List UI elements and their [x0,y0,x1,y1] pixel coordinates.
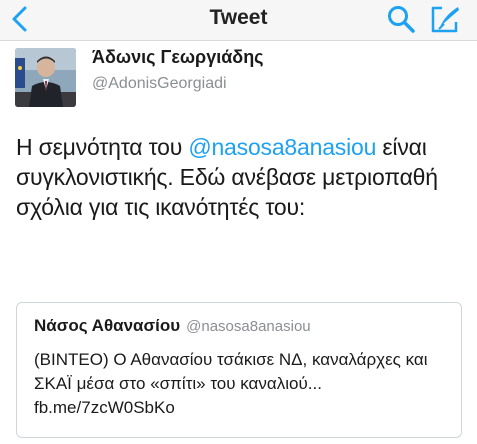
navigation-bar: Tweet [0,0,477,41]
quoted-tweet-text: (ΒΙΝΤΕΟ) Ο Αθανασίου τσάκισε ΝΔ, καναλάρ… [34,350,428,417]
mention-link[interactable]: @nasosa8anasiou [188,134,376,160]
tweet-text-before: Η σεμνότητα του [16,134,189,160]
search-icon[interactable] [386,4,416,34]
quoted-tweet-card[interactable]: Νάσος Αθανασίου @nasosa8anasiou (ΒΙΝΤΕΟ) … [16,302,462,438]
quoted-tweet-header: Νάσος Αθανασίου @nasosa8anasiou [34,316,311,336]
quoted-author-name: Νάσος Αθανασίου [34,316,181,335]
avatar[interactable] [15,48,76,107]
author-handle[interactable]: @AdonisGeorgiadi [92,75,227,93]
tweet-text: Η σεμνότητα του @nasosa8anasiou είναι συ… [16,132,471,222]
quoted-author-handle: @nasosa8anasiou [186,318,311,335]
avatar-photo-icon [15,48,76,107]
author-name[interactable]: Άδωνις Γεωργιάδης [92,47,264,68]
compose-icon[interactable] [428,4,462,36]
